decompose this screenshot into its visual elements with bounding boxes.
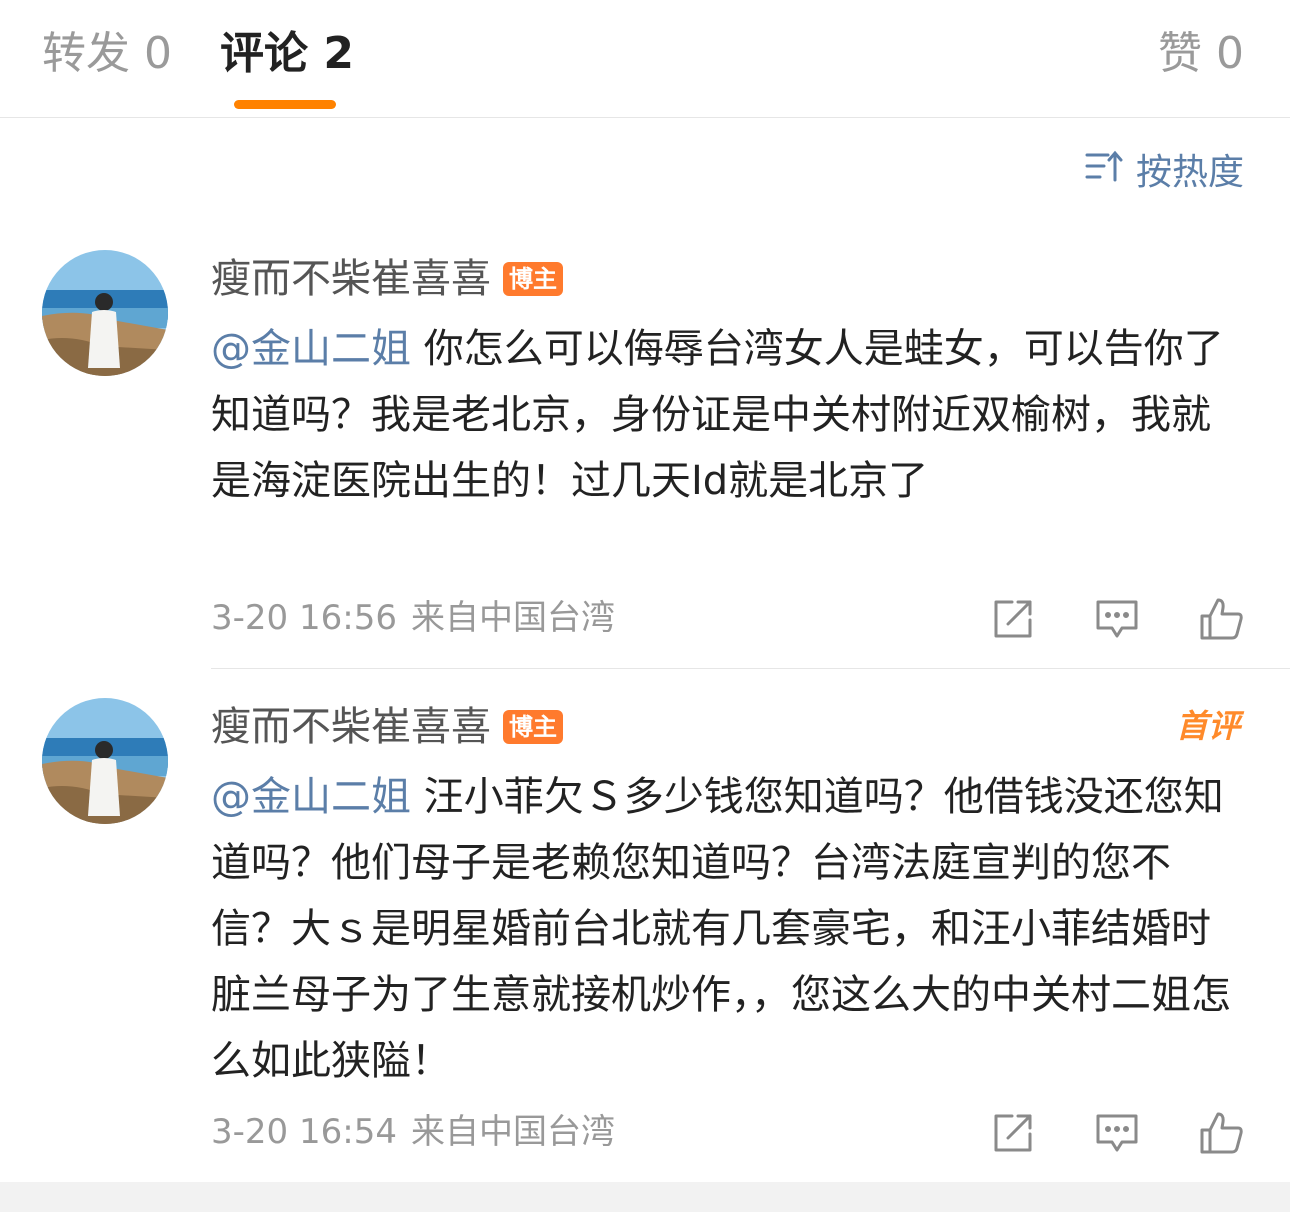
like-button[interactable] — [1198, 596, 1244, 642]
divider — [211, 668, 1290, 669]
blogger-badge: 博主 — [503, 710, 563, 744]
reply-button[interactable] — [1094, 1110, 1140, 1156]
comment-time: 3-20 16:56 — [211, 598, 397, 638]
comment-time: 3-20 16:54 — [211, 1112, 397, 1152]
author-row: 瘦而不柴崔喜喜 博主 — [211, 701, 563, 753]
comment-meta: 3-20 16:56 来自中国台湾 — [211, 596, 615, 640]
author-name[interactable]: 瘦而不柴崔喜喜 — [211, 701, 491, 753]
share-button[interactable] — [990, 596, 1036, 642]
avatar[interactable] — [42, 698, 168, 824]
comment-body: 汪小菲欠Ｓ多少钱您知道吗？他借钱没还您知道吗？他们母子是老赖您知道吗？台湾法庭宣… — [211, 774, 1231, 1084]
comment-text: @金山二姐 汪小菲欠Ｓ多少钱您知道吗？他借钱没还您知道吗？他们母子是老赖您知道吗… — [211, 764, 1241, 1094]
share-button[interactable] — [990, 1110, 1036, 1156]
comment-tabs: 转发 0 评论 2 赞 0 — [0, 0, 1290, 118]
comment-location: 来自中国台湾 — [410, 1112, 615, 1152]
tab-like[interactable]: 赞 0 — [1158, 26, 1244, 82]
author-name[interactable]: 瘦而不柴崔喜喜 — [211, 253, 491, 305]
tab-comment[interactable]: 评论 2 — [220, 26, 354, 82]
share-icon — [994, 1114, 1032, 1152]
reply-button[interactable] — [1094, 596, 1140, 642]
comment-icon — [1096, 1114, 1138, 1152]
active-tab-indicator — [234, 100, 336, 109]
comment-meta: 3-20 16:54 来自中国台湾 — [211, 1110, 615, 1154]
thumbs-up-icon — [1200, 598, 1243, 640]
mention-link[interactable]: @金山二姐 — [211, 774, 411, 820]
bottom-bar — [0, 1182, 1290, 1212]
mention-link[interactable]: @金山二姐 — [211, 326, 411, 372]
comment-icon — [1096, 600, 1138, 638]
comment-actions — [990, 596, 1244, 642]
like-button[interactable] — [1198, 1110, 1244, 1156]
thumbs-up-icon — [1200, 1112, 1243, 1154]
sort-label: 按热度 — [1135, 151, 1244, 193]
first-comment-badge: 首评 — [1175, 707, 1240, 745]
avatar[interactable] — [42, 250, 168, 376]
share-icon — [994, 600, 1032, 638]
blogger-badge: 博主 — [503, 262, 563, 296]
sort-by-hot-button[interactable]: 按热度 — [1084, 146, 1244, 199]
tab-repost[interactable]: 转发 0 — [42, 26, 172, 82]
author-row: 瘦而不柴崔喜喜 博主 — [211, 253, 563, 305]
comment-location: 来自中国台湾 — [410, 598, 615, 638]
sort-icon — [1084, 146, 1124, 199]
comment-text: @金山二姐 你怎么可以侮辱台湾女人是蛙女，可以告你了知道吗？我是老北京，身份证是… — [211, 316, 1241, 514]
comment-actions — [990, 1110, 1244, 1156]
